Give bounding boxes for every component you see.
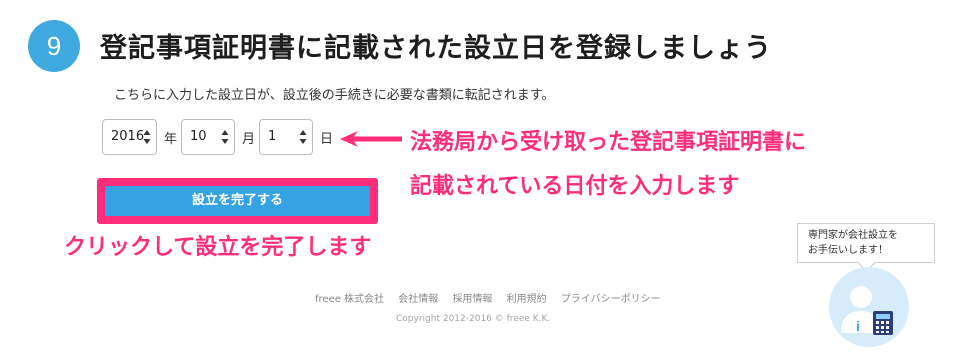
- year-value: 2016: [111, 129, 145, 144]
- date-callout-line1: 法務局から受け取った登記事項証明書に: [410, 130, 807, 155]
- updown-arrows-icon: [221, 129, 229, 145]
- date-callout-line2: 記載されている日付を入力します: [410, 174, 740, 199]
- day-value: 1: [268, 129, 277, 144]
- month-value: 10: [190, 129, 207, 144]
- submit-callout: クリックして設立を完了します: [64, 235, 372, 260]
- pointer-arrow-icon: [340, 130, 404, 152]
- complete-setup-button[interactable]: 設立を完了する: [105, 186, 370, 216]
- svg-text:i: i: [856, 318, 860, 334]
- day-unit: 日: [320, 132, 334, 147]
- submit-highlight-frame: 設立を完了する: [97, 178, 378, 224]
- help-text-line1: 専門家が会社設立を: [808, 230, 898, 241]
- month-select[interactable]: 10: [181, 119, 235, 155]
- help-speech-bubble[interactable]: 専門家が会社設立を お手伝いします！: [797, 223, 935, 263]
- copyright: Copyright 2012-2016 © freee K.K.: [396, 314, 551, 324]
- month-unit: 月: [242, 132, 256, 147]
- updown-arrows-icon: [143, 129, 151, 145]
- step-description: こちらに入力した設立日が、設立後の手続きに必要な書類に転記されます。: [114, 88, 555, 103]
- help-text-line2: お手伝いします！: [808, 245, 888, 256]
- footer-link-about[interactable]: 会社情報: [398, 294, 438, 305]
- year-select[interactable]: 2016: [102, 119, 157, 155]
- year-unit: 年: [164, 132, 178, 147]
- step-title: 登記事項証明書に記載された設立日を登録しましょう: [100, 33, 772, 64]
- footer-link-careers[interactable]: 採用情報: [452, 294, 492, 305]
- footer-link-company[interactable]: freee 株式会社: [315, 294, 384, 305]
- footer-links: freee 株式会社 会社情報 採用情報 利用規約 プライバシーポリシー: [315, 290, 672, 305]
- day-select[interactable]: 1: [259, 119, 313, 155]
- step-number-badge: 9: [28, 20, 80, 72]
- updown-arrows-icon: [299, 129, 307, 145]
- footer-link-terms[interactable]: 利用規約: [507, 294, 547, 305]
- consultant-calculator-icon[interactable]: i: [829, 267, 909, 347]
- footer-link-privacy[interactable]: プライバシーポリシー: [561, 294, 661, 305]
